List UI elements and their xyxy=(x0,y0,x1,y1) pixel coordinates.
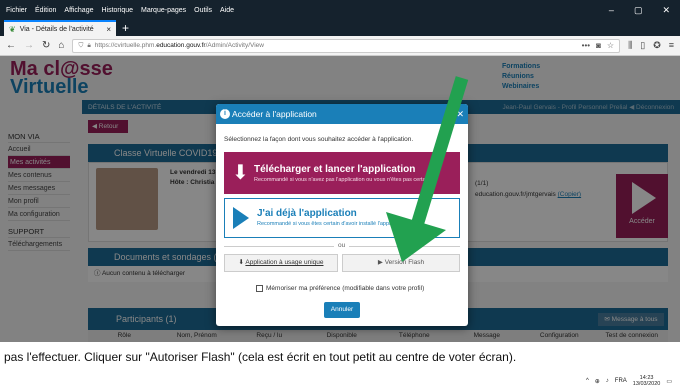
remember-preference[interactable]: Mémoriser ma préférence (modifiable dans… xyxy=(256,285,424,292)
remember-checkbox[interactable] xyxy=(256,285,263,292)
minimize-button[interactable]: – xyxy=(609,5,614,16)
download-subtitle: Recommandé si vous n'avez pas l'applicat… xyxy=(254,177,430,183)
sidebar-icon[interactable]: ▯ xyxy=(640,40,645,51)
or-text: ou xyxy=(334,242,350,249)
tab-title: Via - Détails de l'activité xyxy=(19,25,94,33)
menu-fichier[interactable]: Fichier xyxy=(6,7,27,14)
cancel-button[interactable]: Annuler xyxy=(324,302,360,318)
single-use-label: Application à usage unique xyxy=(245,259,324,266)
menu-affichage[interactable]: Affichage xyxy=(64,7,93,14)
download-arrow-icon: ⬇ xyxy=(232,162,249,184)
remember-label: Mémoriser ma préférence (modifiable dans… xyxy=(266,285,425,292)
menu-outils[interactable]: Outils xyxy=(194,7,212,14)
taskbar: ^ ⊕ ♪ FRA 14:23 13/03/2020 ▭ xyxy=(0,373,680,389)
hamburger-menu-icon[interactable]: ≡ xyxy=(669,40,674,51)
new-tab-icon[interactable]: + xyxy=(122,21,129,35)
forward-icon[interactable]: → xyxy=(24,40,34,51)
language-indicator[interactable]: FRA xyxy=(615,378,627,384)
home-icon[interactable]: ⌂ xyxy=(58,40,64,51)
download-launch-button[interactable]: ⬇ Télécharger et lancer l'application Re… xyxy=(224,152,460,194)
play-icon xyxy=(233,207,249,229)
page-actions-icon[interactable]: ••• xyxy=(582,41,590,50)
navigation-bar: ← → ↻ ⌂ ⛉ 🔒︎ https://cvirtuelle.phm.educ… xyxy=(0,36,680,56)
url-host: education.gouv.fr xyxy=(156,42,206,49)
menu-aide[interactable]: Aide xyxy=(220,7,234,14)
browser-menu-bar: Fichier Édition Affichage Historique Mar… xyxy=(0,0,680,20)
notifications-icon[interactable]: ▭ xyxy=(666,378,672,385)
modal-title: Accéder à l'application xyxy=(232,109,317,119)
already-have-app-button[interactable]: J'ai déjà l'application Recommandé si vo… xyxy=(224,198,460,238)
have-app-title: J'ai déjà l'application xyxy=(257,208,357,219)
close-window-button[interactable]: ✕ xyxy=(662,5,670,16)
download-icon: ⬇ xyxy=(238,259,244,266)
lock-icon: 🔒︎ xyxy=(87,41,91,49)
info-icon: i xyxy=(220,109,230,119)
maximize-button[interactable]: ▢ xyxy=(634,5,643,16)
modal-description: Sélectionnez la façon dont vous souhaite… xyxy=(224,136,414,143)
access-app-modal: i Accéder à l'application ✕ Sélectionnez… xyxy=(216,104,468,326)
library-icon[interactable]: ⫼ xyxy=(628,40,632,51)
clock-date: 13/03/2020 xyxy=(632,381,661,387)
single-use-app-button[interactable]: ⬇ Application à usage unique xyxy=(224,254,338,272)
menu-marque-pages[interactable]: Marque-pages xyxy=(141,7,186,14)
volume-icon[interactable]: ♪ xyxy=(606,378,609,384)
url-bar[interactable]: ⛉ 🔒︎ https://cvirtuelle.phm.education.go… xyxy=(72,38,621,53)
browser-tab[interactable]: ❦ Via - Détails de l'activité × xyxy=(4,20,116,36)
download-title: Télécharger et lancer l'application xyxy=(254,164,416,175)
network-icon[interactable]: ⊕ xyxy=(595,378,600,385)
tray-chevron-icon[interactable]: ^ xyxy=(586,378,589,384)
favicon-icon: ❦ xyxy=(9,24,16,34)
pocket-icon[interactable]: ◙ xyxy=(596,41,601,50)
flash-label: Version Flash xyxy=(384,259,425,266)
close-tab-icon[interactable]: × xyxy=(106,25,111,34)
or-separator: ou xyxy=(224,241,460,251)
reload-icon[interactable]: ↻ xyxy=(42,40,50,51)
have-app-subtitle: Recommandé si vous êtes certain d'avoir … xyxy=(257,221,407,227)
back-icon[interactable]: ← xyxy=(6,40,16,51)
shield-icon: ⛉ xyxy=(78,41,84,49)
menu-edition[interactable]: Édition xyxy=(35,7,56,14)
url-prefix: https://cvirtuelle.phm. xyxy=(94,42,157,49)
modal-close-icon[interactable]: ✕ xyxy=(456,104,464,124)
extension-icon[interactable]: ✪ xyxy=(653,40,661,51)
modal-header: i Accéder à l'application ✕ xyxy=(216,104,468,124)
menu-historique[interactable]: Historique xyxy=(101,7,133,14)
flash-version-button[interactable]: ▶ Version Flash xyxy=(342,254,460,272)
url-path: /Admin/Activity/View xyxy=(205,42,264,49)
bookmark-star-icon[interactable]: ☆ xyxy=(607,41,614,50)
instruction-caption: pas l'effectuer. Cliquer sur "Autoriser … xyxy=(0,342,680,373)
clock[interactable]: 14:23 13/03/2020 xyxy=(633,375,661,387)
play-small-icon: ▶ xyxy=(377,259,383,266)
